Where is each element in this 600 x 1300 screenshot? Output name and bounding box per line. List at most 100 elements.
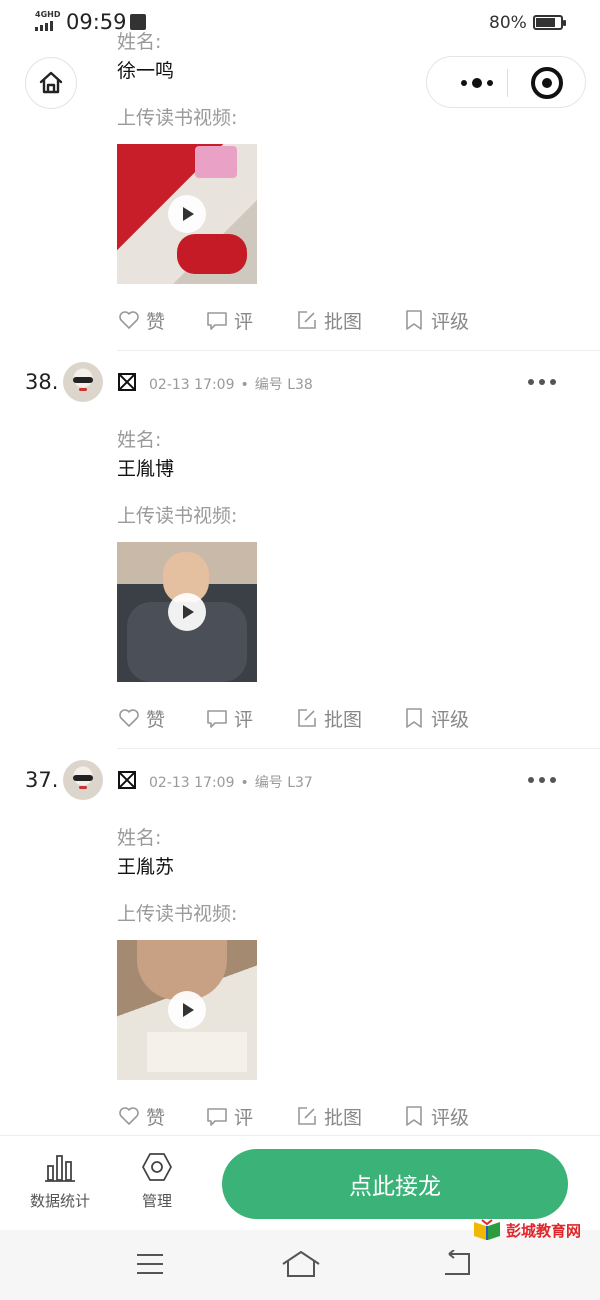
status-bar: 4GHD 09:59 80%	[0, 0, 600, 46]
tab-manage-label: 管理	[141, 1192, 172, 1210]
video-thumbnail[interactable]	[117, 542, 257, 682]
bookmark-icon	[406, 310, 422, 330]
battery-percent: 80%	[489, 13, 527, 33]
heart-icon	[119, 311, 139, 329]
name-value: 徐一鸣	[117, 60, 175, 82]
video-label: 上传读书视频:	[117, 107, 238, 129]
grade-button[interactable]: 评级	[402, 1101, 469, 1131]
tab-data-stats[interactable]: 数据统计	[30, 1150, 90, 1211]
more-dots-icon	[528, 777, 534, 783]
more-dots-icon	[528, 379, 534, 385]
entry-meta: 02-13 17:09 • 编号 L38	[149, 374, 313, 394]
grade-button[interactable]: 评级	[402, 703, 469, 733]
home-button[interactable]	[25, 57, 77, 109]
watermark-logo-icon	[474, 1219, 500, 1240]
comment-label: 评	[234, 708, 254, 731]
action-bar: 赞 评 批图 评级	[117, 703, 577, 733]
video-thumbnail[interactable]	[117, 940, 257, 1080]
meta-separator: •	[240, 775, 249, 791]
entry-date: 02-13 17:09	[149, 775, 235, 791]
entry-number: 37.	[25, 768, 59, 792]
like-button[interactable]: 赞	[117, 1101, 165, 1131]
like-button[interactable]: 赞	[117, 305, 165, 335]
name-value: 王胤苏	[117, 856, 175, 878]
entry-more-button[interactable]	[528, 379, 556, 385]
grade-label: 评级	[431, 310, 470, 333]
entry-code: 编号 L38	[254, 377, 313, 393]
comment-label: 评	[234, 310, 254, 333]
divider	[117, 748, 600, 749]
video-label: 上传读书视频:	[117, 903, 238, 925]
home-nav-icon[interactable]	[281, 1250, 321, 1278]
tab-data-stats-label: 数据统计	[30, 1192, 91, 1210]
join-relay-button[interactable]: 点此接龙	[222, 1149, 568, 1219]
annotate-button[interactable]: 批图	[295, 703, 362, 733]
annotate-label: 批图	[324, 1106, 363, 1129]
network-type: 4GHD	[35, 10, 61, 19]
avatar[interactable]	[63, 760, 103, 800]
comment-label: 评	[234, 1106, 254, 1129]
name-value: 王胤博	[117, 458, 175, 480]
heart-icon	[119, 1107, 139, 1125]
battery-icon	[533, 15, 566, 30]
comment-button[interactable]: 评	[205, 1101, 253, 1131]
play-icon[interactable]	[168, 195, 206, 233]
entry-meta: 02-13 17:09 • 编号 L37	[149, 772, 313, 792]
annotate-label: 批图	[324, 708, 363, 731]
edit-icon	[298, 709, 316, 727]
hexagon-gear-icon	[142, 1153, 172, 1181]
divider	[117, 350, 600, 351]
edit-icon	[298, 311, 316, 329]
close-mini-program-button[interactable]	[531, 67, 563, 99]
annotate-button[interactable]: 批图	[295, 305, 362, 335]
entry-code: 编号 L37	[254, 775, 313, 791]
back-icon[interactable]	[441, 1250, 473, 1278]
annotate-label: 批图	[324, 310, 363, 333]
avatar[interactable]	[63, 362, 103, 402]
name-label: 姓名:	[117, 31, 162, 53]
grade-label: 评级	[431, 1106, 470, 1129]
play-icon[interactable]	[168, 593, 206, 631]
bar-chart-icon	[45, 1155, 75, 1182]
meta-separator: •	[240, 377, 249, 393]
entry-date: 02-13 17:09	[149, 377, 235, 393]
like-label: 赞	[146, 1106, 166, 1129]
comment-button[interactable]: 评	[205, 703, 253, 733]
grade-button[interactable]: 评级	[402, 305, 469, 335]
entry-more-button[interactable]	[528, 777, 556, 783]
video-thumbnail[interactable]	[117, 144, 257, 284]
name-label: 姓名:	[117, 429, 162, 451]
entry-number: 38.	[25, 370, 59, 394]
name-label: 姓名:	[117, 827, 162, 849]
action-bar: 赞 评 批图 评级	[117, 1101, 577, 1131]
grade-label: 评级	[431, 708, 470, 731]
menu-icon[interactable]	[135, 1251, 165, 1277]
video-label: 上传读书视频:	[117, 505, 238, 527]
more-menu-button[interactable]	[447, 57, 507, 109]
capsule-divider	[507, 69, 508, 97]
watermark-text: 彭城教育网	[506, 1221, 582, 1240]
home-icon	[39, 71, 63, 94]
comment-icon	[207, 710, 227, 728]
more-dots-icon	[461, 80, 467, 86]
comment-icon	[207, 1108, 227, 1126]
mini-program-capsule	[426, 56, 586, 108]
watermark: 彭城教育网	[472, 1218, 581, 1242]
comment-button[interactable]: 评	[205, 305, 253, 335]
tab-manage[interactable]: 管理	[140, 1150, 174, 1211]
bookmark-icon	[406, 708, 422, 728]
annotate-button[interactable]: 批图	[295, 1101, 362, 1131]
comment-icon	[207, 312, 227, 330]
status-box-icon	[118, 771, 136, 789]
bottom-toolbar: 数据统计 管理 点此接龙	[0, 1135, 600, 1230]
bookmark-icon	[406, 1106, 422, 1126]
like-label: 赞	[146, 708, 166, 731]
edit-icon	[298, 1107, 316, 1125]
action-bar: 赞 评 批图 评级	[117, 305, 577, 335]
like-button[interactable]: 赞	[117, 703, 165, 733]
status-box-icon	[118, 373, 136, 391]
signal-icon	[35, 21, 53, 31]
heart-icon	[119, 709, 139, 727]
like-label: 赞	[146, 310, 166, 333]
play-icon[interactable]	[168, 991, 206, 1029]
